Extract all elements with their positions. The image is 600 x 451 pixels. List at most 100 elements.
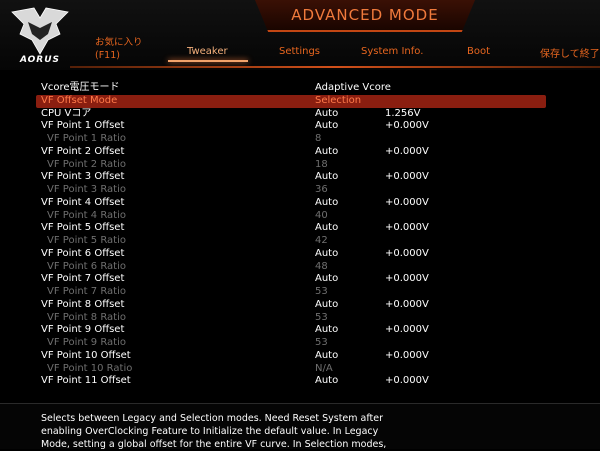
- tab-save-exit[interactable]: 保存して終了: [540, 45, 600, 60]
- setting-label: VF Point 4 Ratio: [47, 209, 126, 221]
- setting-label: VF Point 9 Offset: [41, 324, 125, 336]
- setting-current-value: +0.000V: [385, 273, 429, 285]
- setting-row-vf-point-3-offset[interactable]: VF Point 3 Offset Auto +0.000V: [0, 171, 600, 184]
- setting-label: CPU Vコア: [41, 107, 92, 119]
- setting-label: VF Point 8 Ratio: [47, 311, 126, 323]
- setting-value: 53: [315, 337, 328, 348]
- setting-row-vf-point-10-offset[interactable]: VF Point 10 Offset Auto +0.000V: [0, 350, 600, 363]
- setting-label: VF Offset Mode: [41, 94, 118, 106]
- setting-value[interactable]: Auto: [315, 248, 338, 261]
- setting-label: VF Point 2 Ratio: [47, 158, 126, 170]
- setting-current-value: +0.000V: [385, 145, 429, 157]
- setting-label: VF Point 6 Ratio: [47, 260, 126, 272]
- setting-current-value: +0.000V: [385, 298, 429, 310]
- setting-value: 36: [315, 184, 328, 195]
- setting-value[interactable]: Auto: [315, 171, 338, 184]
- tab-favorites-key: (F11): [95, 50, 120, 61]
- setting-row-vf-offset-mode[interactable]: VF Offset Mode Selection: [36, 94, 546, 108]
- setting-row-vf-point-5-offset[interactable]: VF Point 5 Offset Auto +0.000V: [0, 222, 600, 235]
- setting-row-vf-point-2-offset[interactable]: VF Point 2 Offset Auto +0.000V: [0, 146, 600, 159]
- tab-settings[interactable]: Settings: [279, 46, 320, 57]
- setting-label: VF Point 1 Offset: [41, 120, 125, 132]
- setting-row-vf-point-8-offset[interactable]: VF Point 8 Offset Auto +0.000V: [0, 299, 600, 312]
- setting-row-vf-point-9-offset[interactable]: VF Point 9 Offset Auto +0.000V: [0, 324, 600, 337]
- setting-value: 42: [315, 235, 328, 246]
- setting-value[interactable]: Adaptive Vcore: [315, 82, 391, 95]
- setting-row-vf-point-1-offset[interactable]: VF Point 1 Offset Auto +0.000V: [0, 120, 600, 133]
- setting-value[interactable]: Auto: [315, 273, 338, 286]
- setting-value[interactable]: Auto: [315, 146, 338, 159]
- setting-value[interactable]: Auto: [315, 108, 338, 121]
- setting-label: VF Point 5 Offset: [41, 222, 125, 234]
- setting-label: VF Point 3 Ratio: [47, 184, 126, 195]
- setting-value[interactable]: Auto: [315, 197, 338, 210]
- setting-row-vf-point-4-offset[interactable]: VF Point 4 Offset Auto +0.000V: [0, 197, 600, 210]
- setting-row-vf-point-2-ratio: VF Point 2 Ratio 18: [0, 159, 600, 172]
- setting-row-vf-point-10-ratio: VF Point 10 Ratio N/A: [0, 363, 600, 376]
- setting-label: VF Point 7 Offset: [41, 273, 125, 285]
- tab-system-info[interactable]: System Info.: [361, 46, 423, 57]
- setting-value[interactable]: Auto: [315, 222, 338, 235]
- setting-label: VF Point 11 Offset: [41, 375, 131, 387]
- setting-row-vf-point-8-ratio: VF Point 8 Ratio 53: [0, 312, 600, 325]
- setting-current-value: +0.000V: [385, 375, 429, 387]
- setting-row-vf-point-7-ratio: VF Point 7 Ratio 53: [0, 286, 600, 299]
- setting-label: VF Point 1 Ratio: [47, 133, 126, 144]
- setting-value: 48: [315, 260, 328, 272]
- help-panel: Selects between Legacy and Selection mod…: [0, 403, 600, 451]
- setting-row-vf-point-6-offset[interactable]: VF Point 6 Offset Auto +0.000V: [0, 248, 600, 261]
- setting-value: 8: [315, 133, 322, 144]
- setting-label: VF Point 7 Ratio: [47, 286, 126, 297]
- setting-current-value: +0.000V: [385, 171, 429, 183]
- header-divider: [70, 66, 600, 68]
- setting-row-vf-point-6-ratio: VF Point 6 Ratio 48: [0, 261, 600, 274]
- setting-value[interactable]: Auto: [315, 350, 338, 363]
- mode-title[interactable]: ADVANCED MODE: [255, 6, 475, 24]
- help-line: enabling OverClocking Feature to Initial…: [41, 426, 379, 437]
- setting-row-vcore-mode[interactable]: Vcore電圧モード Adaptive Vcore: [0, 82, 600, 95]
- tab-favorites[interactable]: お気に入り (F11): [95, 36, 143, 62]
- setting-current-value: +0.000V: [385, 324, 429, 336]
- setting-value[interactable]: Auto: [315, 299, 338, 312]
- setting-label: VF Point 10 Offset: [41, 349, 131, 361]
- setting-value: 53: [315, 286, 328, 297]
- setting-current-value: +0.000V: [385, 120, 429, 132]
- setting-value: 53: [315, 311, 328, 323]
- setting-row-vf-point-7-offset[interactable]: VF Point 7 Offset Auto +0.000V: [0, 273, 600, 286]
- setting-value[interactable]: Auto: [315, 375, 338, 388]
- help-line: Selects between Legacy and Selection mod…: [41, 413, 384, 424]
- aorus-logo-text: AORUS: [19, 55, 61, 65]
- settings-list: Vcore電圧モード Adaptive Vcore VF Offset Mode…: [0, 82, 600, 388]
- setting-current-value: 1.256V: [385, 107, 421, 119]
- setting-label: VF Point 10 Ratio: [47, 362, 133, 374]
- setting-row-vf-point-1-ratio: VF Point 1 Ratio 8: [0, 133, 600, 146]
- setting-label: VF Point 6 Offset: [41, 247, 125, 259]
- setting-value: N/A: [315, 362, 333, 374]
- setting-label: VF Point 5 Ratio: [47, 235, 126, 246]
- setting-value: 40: [315, 209, 328, 221]
- setting-row-vf-point-11-offset[interactable]: VF Point 11 Offset Auto +0.000V: [0, 375, 600, 388]
- setting-row-vf-point-3-ratio: VF Point 3 Ratio 36: [0, 184, 600, 197]
- setting-label: VF Point 3 Offset: [41, 171, 125, 183]
- help-line: Mode, setting a global offset for the en…: [41, 439, 387, 450]
- tab-tweaker[interactable]: Tweaker: [187, 46, 228, 57]
- setting-label: Vcore電圧モード: [41, 82, 120, 93]
- help-text: Selects between Legacy and Selection mod…: [41, 412, 561, 451]
- setting-value[interactable]: Auto: [315, 120, 338, 133]
- setting-label: VF Point 4 Offset: [41, 196, 125, 208]
- active-tab-indicator: [168, 60, 248, 62]
- setting-current-value: +0.000V: [385, 247, 429, 259]
- setting-row-cpu-vcore[interactable]: CPU Vコア Auto 1.256V: [0, 108, 600, 121]
- setting-current-value: +0.000V: [385, 196, 429, 208]
- tab-favorites-label: お気に入り: [95, 37, 143, 48]
- setting-current-value: +0.000V: [385, 349, 429, 361]
- setting-current-value: +0.000V: [385, 222, 429, 234]
- setting-value[interactable]: Selection: [315, 95, 361, 108]
- setting-label: VF Point 2 Offset: [41, 145, 125, 157]
- setting-value[interactable]: Auto: [315, 324, 338, 337]
- setting-row-vf-point-9-ratio: VF Point 9 Ratio 53: [0, 337, 600, 350]
- setting-row-vf-point-4-ratio: VF Point 4 Ratio 40: [0, 210, 600, 223]
- header-bar: AORUS ADVANCED MODE お気に入り (F11) Tweaker …: [0, 0, 600, 70]
- setting-label: VF Point 9 Ratio: [47, 337, 126, 348]
- tab-boot[interactable]: Boot: [467, 46, 490, 57]
